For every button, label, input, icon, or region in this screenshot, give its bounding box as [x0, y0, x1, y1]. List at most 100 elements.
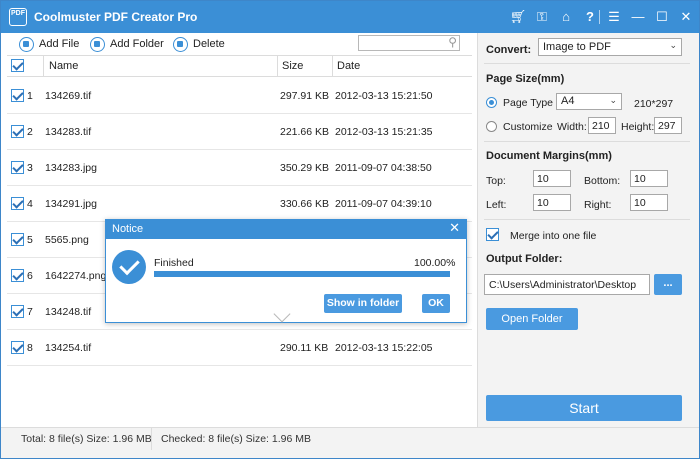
- page-type-select[interactable]: A4 ⌄: [556, 93, 622, 110]
- key-icon[interactable]: ⚿: [532, 7, 552, 27]
- chevron-down-icon: ⌄: [669, 40, 677, 50]
- maximize-icon[interactable]: ☐: [652, 7, 672, 27]
- delete-button[interactable]: Delete: [173, 36, 225, 52]
- close-icon[interactable]: ✕: [449, 220, 460, 236]
- bottom-label: Bottom:: [584, 175, 621, 187]
- row-checkbox[interactable]: [11, 305, 24, 318]
- file-date: 2012-03-13 15:21:35: [335, 126, 433, 138]
- help-icon[interactable]: ?: [580, 7, 600, 27]
- add-folder-button[interactable]: Add Folder: [90, 36, 164, 52]
- page-type-label: Page Type: [503, 97, 554, 109]
- table-header: Name Size Date: [7, 56, 472, 77]
- show-in-folder-button[interactable]: Show in folder: [324, 294, 402, 313]
- page-type-radio[interactable]: [486, 97, 497, 108]
- notice-status: Finished: [154, 257, 194, 269]
- search-icon[interactable]: ⚲: [448, 35, 457, 49]
- row-checkbox[interactable]: [11, 341, 24, 354]
- delete-icon: [173, 36, 188, 52]
- column-header-size[interactable]: Size: [282, 60, 303, 72]
- feedback-icon[interactable]: ☰: [604, 7, 624, 27]
- ok-button[interactable]: OK: [422, 294, 450, 313]
- file-name: 134254.tif: [45, 342, 92, 354]
- close-icon[interactable]: ✕: [676, 7, 696, 27]
- top-label: Top:: [486, 175, 506, 187]
- app-window: PDF Coolmuster PDF Creator Pro 🛒︎ ⚿ ⌂ ? …: [0, 0, 700, 459]
- row-index: 2: [27, 126, 33, 138]
- row-checkbox[interactable]: [11, 125, 24, 138]
- table-row[interactable]: 8 134254.tif 290.11 KB 2012-03-13 15:22:05: [7, 330, 472, 366]
- file-size: 330.66 KB: [280, 198, 330, 210]
- row-index: 6: [27, 270, 33, 282]
- titlebar-divider: [599, 10, 600, 24]
- status-bar: Total: 8 file(s) Size: 1.96 MB Checked: …: [1, 427, 699, 450]
- column-divider: [277, 56, 278, 77]
- page-type-dimensions: 210*297: [634, 98, 674, 110]
- file-name: 1642274.png: [45, 270, 107, 282]
- height-field[interactable]: 297: [654, 117, 682, 134]
- file-table: Name Size Date 1 134269.tif 297.91 KB 2012-…: [7, 55, 472, 375]
- customize-radio[interactable]: [486, 121, 497, 132]
- divider: [484, 219, 690, 220]
- table-row[interactable]: 3 134283.jpg 350.29 KB 2011-09-07 04:38:50: [7, 150, 472, 186]
- home-icon[interactable]: ⌂: [556, 7, 576, 27]
- file-name: 134248.tif: [45, 306, 92, 318]
- row-index: 5: [27, 234, 33, 246]
- file-name: 134291.jpg: [45, 198, 97, 210]
- file-size: 221.66 KB: [280, 126, 330, 138]
- column-header-date[interactable]: Date: [337, 60, 360, 72]
- status-divider: [151, 428, 152, 450]
- file-name: 134283.jpg: [45, 162, 97, 174]
- top-margin-field[interactable]: 10: [533, 170, 571, 187]
- minimize-icon[interactable]: —: [628, 7, 648, 27]
- file-size: 297.91 KB: [280, 90, 330, 102]
- app-logo-icon: PDF: [9, 8, 27, 26]
- toolbar: Add File Add Folder Delete ⚲: [1, 33, 477, 55]
- width-field[interactable]: 210: [588, 117, 616, 134]
- notice-dialog: Notice ✕ Finished 100.00% Show in folder…: [105, 219, 467, 323]
- add-file-icon: [19, 36, 34, 52]
- row-checkbox[interactable]: [11, 269, 24, 282]
- output-folder-heading: Output Folder:: [486, 253, 563, 265]
- left-margin-field[interactable]: 10: [533, 194, 571, 211]
- title-bar[interactable]: PDF Coolmuster PDF Creator Pro 🛒︎ ⚿ ⌂ ? …: [1, 1, 699, 33]
- row-checkbox[interactable]: [11, 233, 24, 246]
- merge-label: Merge into one file: [510, 230, 597, 242]
- file-date: 2011-09-07 04:38:50: [335, 162, 432, 174]
- table-row[interactable]: 4 134291.jpg 330.66 KB 2011-09-07 04:39:10: [7, 186, 472, 222]
- row-checkbox[interactable]: [11, 197, 24, 210]
- table-row[interactable]: 2 134283.tif 221.66 KB 2012-03-13 15:21:35: [7, 114, 472, 150]
- open-folder-button[interactable]: Open Folder: [486, 308, 578, 330]
- width-label: Width:: [557, 121, 587, 133]
- settings-panel: Convert: Image to PDF ⌄ Page Size(mm) Pa…: [477, 33, 699, 427]
- right-margin-field[interactable]: 10: [630, 194, 668, 211]
- table-row[interactable]: 1 134269.tif 297.91 KB 2012-03-13 15:21:50: [7, 78, 472, 114]
- margins-heading: Document Margins(mm): [486, 150, 612, 162]
- chevron-down-icon: ⌄: [609, 95, 617, 105]
- convert-label: Convert:: [486, 44, 532, 56]
- column-header-name[interactable]: Name: [49, 60, 78, 72]
- notice-title: Notice: [112, 223, 144, 235]
- bottom-margin-field[interactable]: 10: [630, 170, 668, 187]
- convert-select[interactable]: Image to PDF ⌄: [538, 38, 682, 56]
- file-size: 290.11 KB: [280, 342, 329, 354]
- row-checkbox[interactable]: [11, 161, 24, 174]
- row-checkbox[interactable]: [11, 89, 24, 102]
- cart-icon[interactable]: 🛒︎: [508, 7, 528, 27]
- progress-fill: [154, 271, 450, 277]
- search-input[interactable]: ⚲: [358, 35, 460, 51]
- column-divider: [332, 56, 333, 77]
- notice-percent: 100.00%: [414, 257, 456, 269]
- output-folder-field[interactable]: C:\Users\Administrator\Desktop: [484, 274, 650, 295]
- file-name: 5565.png: [45, 234, 89, 246]
- row-index: 7: [27, 306, 33, 318]
- select-all-checkbox[interactable]: [11, 59, 24, 72]
- browse-button[interactable]: ...: [654, 274, 682, 295]
- right-label: Right:: [584, 199, 612, 211]
- chevron-down-icon: [273, 305, 291, 323]
- notice-title-bar[interactable]: Notice ✕: [106, 220, 466, 239]
- file-date: 2012-03-13 15:22:05: [335, 342, 433, 354]
- start-button[interactable]: Start: [486, 395, 682, 421]
- add-file-button[interactable]: Add File: [19, 36, 79, 52]
- divider: [484, 141, 690, 142]
- merge-checkbox[interactable]: [486, 228, 499, 241]
